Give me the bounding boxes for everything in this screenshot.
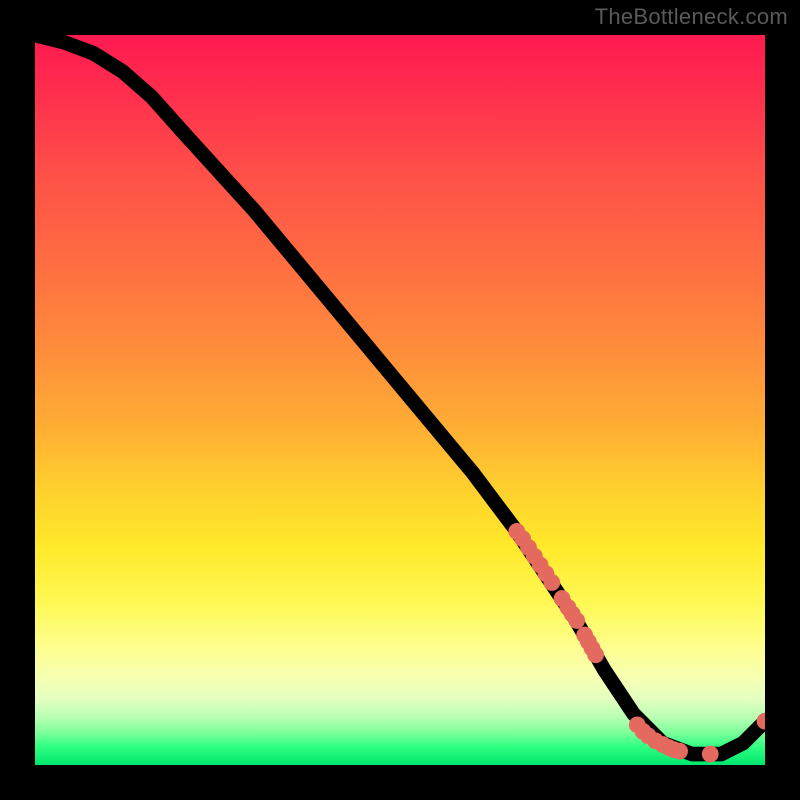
data-marker — [568, 612, 585, 629]
markers-group — [508, 523, 765, 762]
data-marker — [702, 746, 719, 763]
bottleneck-curve — [35, 35, 765, 754]
plot-area — [35, 35, 765, 765]
data-marker — [543, 574, 560, 591]
data-marker — [671, 743, 688, 760]
data-marker — [587, 646, 604, 663]
watermark-text: TheBottleneck.com — [595, 4, 788, 30]
chart-svg — [35, 35, 765, 765]
